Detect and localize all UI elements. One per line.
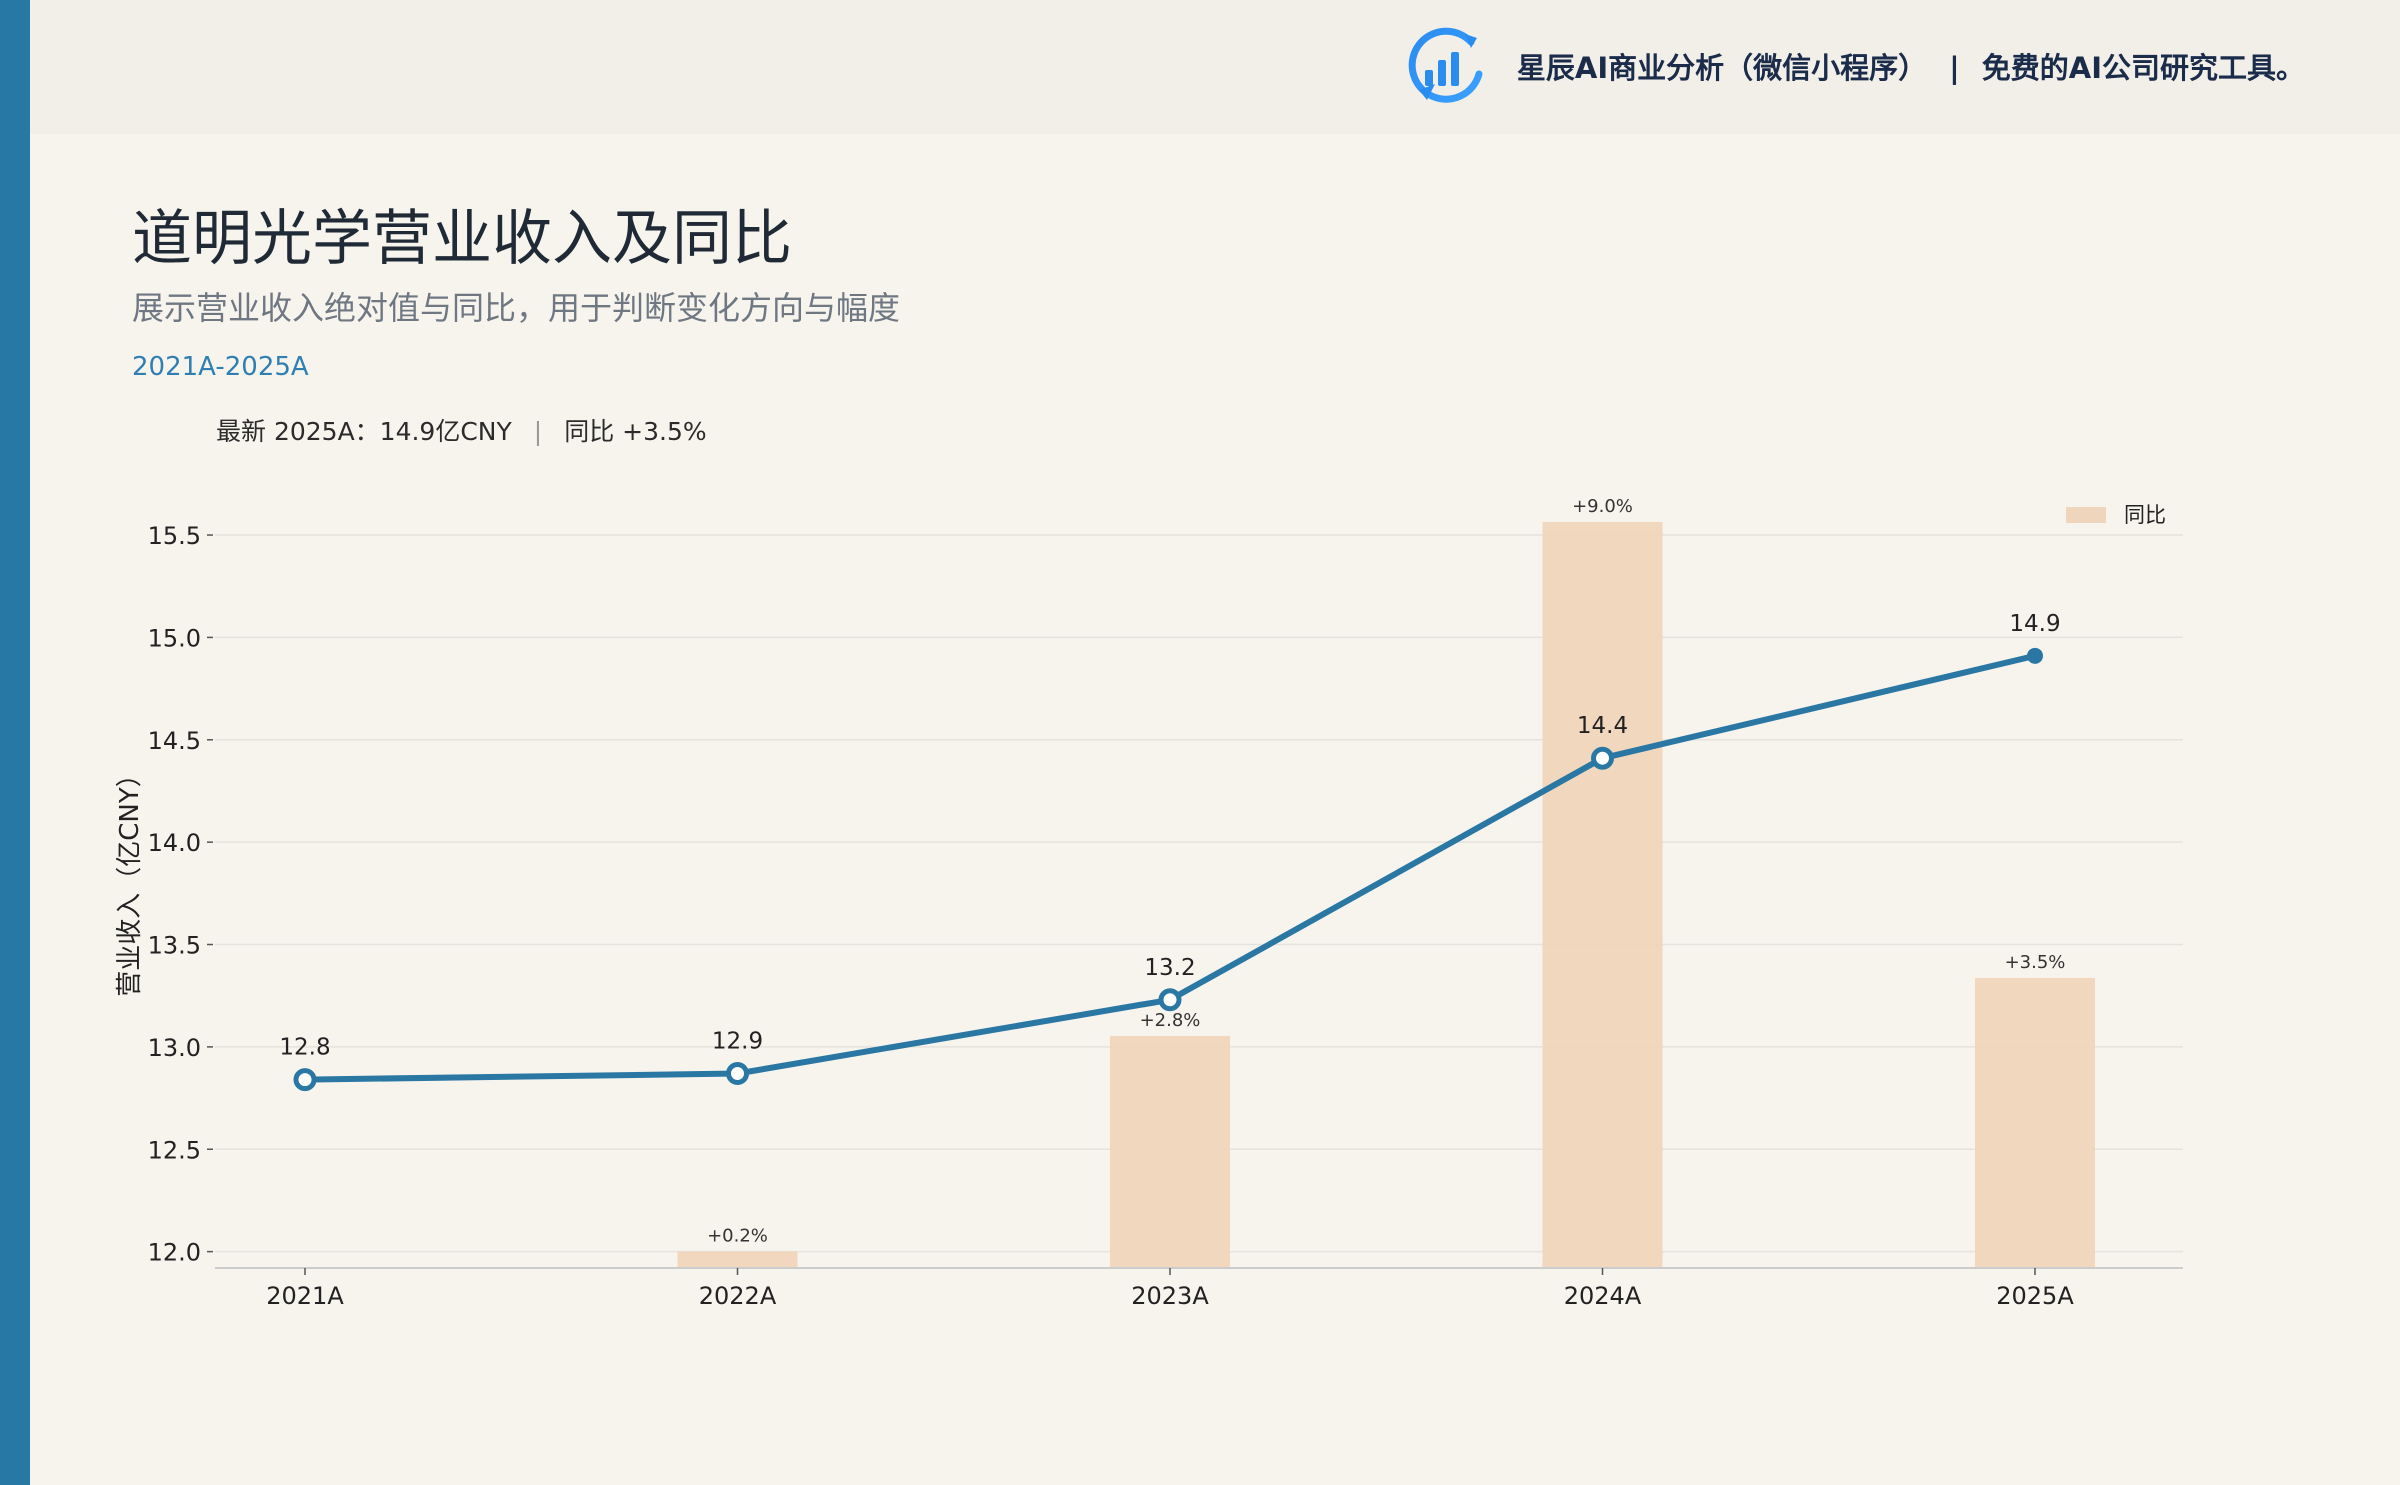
y-tick-label: 13.5: [148, 932, 201, 960]
yoy-bar: [677, 1251, 798, 1268]
y-axis-ticks: 12.0 12.5 13.0 13.5 14.0 14.5 15.0 15.5: [148, 522, 213, 1267]
yoy-bar-labels: +0.2% +2.8% +9.0% +3.5%: [707, 496, 2065, 1246]
yoy-bar-label: +2.8%: [1140, 1010, 1201, 1031]
y-tick-label: 15.5: [148, 522, 201, 550]
y-tick-label: 13.0: [148, 1034, 201, 1062]
y-tick-label: 14.5: [148, 727, 201, 755]
yoy-bar: [1542, 522, 1663, 1268]
yoy-bars: [677, 522, 2095, 1268]
revenue-point-label: 14.4: [1577, 713, 1628, 739]
y-tick-label: 15.0: [148, 624, 201, 652]
yoy-bar-label: +9.0%: [1572, 496, 1633, 517]
yoy-bar-label: +0.2%: [707, 1225, 768, 1246]
revenue-yoy-chart: +0.2% +2.8% +9.0% +3.5% 12.0 12.5 13.0 13.5 14.…: [115, 496, 2183, 1310]
revenue-point: [293, 1068, 317, 1092]
revenue-point-label: 12.9: [712, 1029, 763, 1055]
x-axis-ticks: 2021A 2022A 2023A 2024A 2025A: [266, 1268, 2074, 1310]
x-tick-label: 2023A: [1131, 1282, 1209, 1310]
revenue-point: [1158, 988, 1182, 1012]
x-tick-label: 2021A: [266, 1282, 344, 1310]
revenue-point-label: 12.8: [279, 1035, 330, 1061]
yoy-bar: [1975, 977, 2095, 1268]
revenue-point: [1591, 746, 1614, 770]
revenue-point: [726, 1062, 749, 1085]
x-tick-label: 2025A: [1996, 1282, 2074, 1310]
y-tick-label: 12.5: [148, 1136, 201, 1164]
legend-label-yoy: 同比: [2124, 503, 2166, 527]
revenue-point-label: 14.9: [2009, 611, 2060, 637]
x-tick-label: 2022A: [699, 1282, 777, 1310]
revenue-point: [2027, 647, 2043, 664]
legend: 同比: [2066, 503, 2166, 527]
yoy-bar: [1110, 1035, 1230, 1268]
legend-swatch-yoy: [2066, 507, 2106, 523]
x-tick-label: 2024A: [1564, 1282, 1642, 1310]
y-tick-label: 14.0: [148, 829, 201, 857]
revenue-point-label: 13.2: [1144, 955, 1195, 981]
yoy-bar-label: +3.5%: [2005, 952, 2066, 973]
y-tick-label: 12.0: [148, 1239, 201, 1267]
y-axis-label: 营业收入（亿CNY）: [115, 761, 145, 997]
